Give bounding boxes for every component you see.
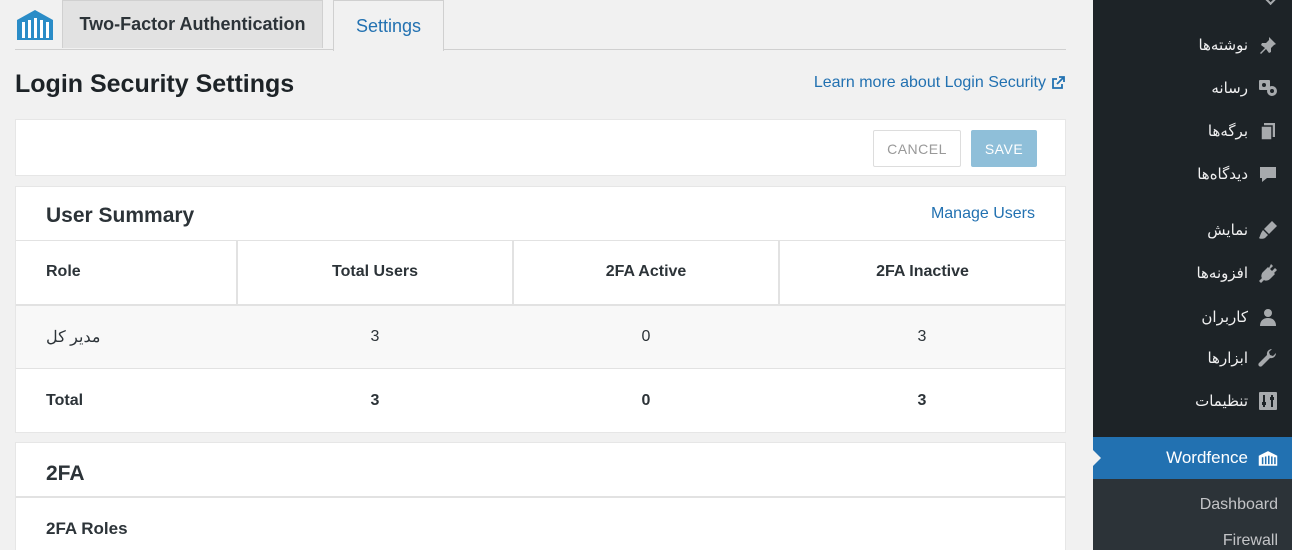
sidebar-item-appearance[interactable]: نمایش <box>1093 210 1292 250</box>
cell-2fa-inactive: 3 <box>779 304 1065 369</box>
wordfence-logo-icon <box>17 10 53 40</box>
sidebar-item-label: دیدگاه‌ها <box>1197 165 1248 183</box>
settings-icon <box>1258 391 1278 411</box>
external-link-icon <box>1052 76 1065 89</box>
sidebar-item-label: نمایش <box>1207 221 1248 239</box>
tab-two-factor-authentication[interactable]: Two-Factor Authentication <box>62 0 323 48</box>
tab-bar: Two-Factor Authentication Settings <box>15 0 1066 51</box>
plugins-icon <box>1258 263 1278 283</box>
tools-icon <box>1258 348 1278 368</box>
save-button[interactable]: SAVE <box>971 130 1037 167</box>
divider <box>16 496 1065 498</box>
column-header-2fa-active: 2FA Active <box>512 240 779 306</box>
sidebar-item-label: کاربران <box>1201 308 1248 326</box>
main-content: Two-Factor Authentication Settings Login… <box>0 0 1093 550</box>
chevron-icon <box>1264 0 1280 6</box>
pin-icon <box>1258 35 1278 55</box>
media-icon <box>1258 78 1278 98</box>
column-header-2fa-inactive: 2FA Inactive <box>778 240 1065 306</box>
user-summary-table: Role Total Users 2FA Active 2FA Inactive… <box>16 240 1065 433</box>
sidebar-item-label: رسانه <box>1211 79 1248 97</box>
sidebar-item-label: افزونه‌ها <box>1196 264 1248 282</box>
tab-settings[interactable]: Settings <box>333 0 444 51</box>
cell-role: مدیر کل <box>16 304 237 369</box>
sidebar-item-posts[interactable]: نوشته‌ها <box>1093 25 1292 65</box>
comments-icon <box>1258 164 1278 184</box>
page-title: Login Security Settings <box>15 70 295 98</box>
submenu-item-firewall[interactable]: Firewall <box>1223 532 1278 550</box>
sidebar-item-label: Wordfence <box>1166 448 1248 467</box>
cancel-button[interactable]: CANCEL <box>873 130 961 167</box>
table-row: مدیر کل 3 0 3 <box>16 304 1065 369</box>
users-icon <box>1258 307 1278 327</box>
manage-users-link[interactable]: Manage Users <box>931 205 1035 223</box>
table-header-row: Role Total Users 2FA Active 2FA Inactive <box>16 240 1065 306</box>
active-indicator <box>1093 450 1101 466</box>
twofa-card: 2FA 2FA Roles <box>15 442 1066 550</box>
sidebar-item-users[interactable]: کاربران <box>1093 297 1292 337</box>
cell-2fa-active: 0 <box>513 304 779 369</box>
twofa-roles-label: 2FA Roles <box>46 519 128 538</box>
user-summary-title: User Summary <box>46 204 195 227</box>
sidebar-item-settings[interactable]: تنظیمات <box>1093 381 1292 421</box>
pages-icon <box>1258 121 1278 141</box>
sidebar-item-pages[interactable]: برگه‌ها <box>1093 111 1292 151</box>
cell-total-users: 3 <box>237 304 513 369</box>
sidebar-item-wordfence[interactable]: Wordfence <box>1093 437 1292 479</box>
wordfence-icon <box>1258 448 1278 468</box>
sidebar-item-label: برگه‌ها <box>1207 122 1248 140</box>
column-header-role: Role <box>16 240 237 306</box>
cell-total-label: Total <box>46 391 84 409</box>
wordfence-submenu: Dashboard Firewall <box>1093 479 1292 550</box>
submenu-item-dashboard[interactable]: Dashboard <box>1200 496 1278 514</box>
table-total-row: Total 3 0 3 <box>16 369 1065 433</box>
actions-card: CANCEL SAVE <box>15 119 1066 176</box>
sidebar-item-tools[interactable]: ابزارها <box>1093 338 1292 378</box>
cell-2fa-active-sum: 0 <box>641 391 651 409</box>
cell-total-users-sum: 3 <box>370 391 380 409</box>
admin-sidebar: نوشته‌ها رسانه برگه‌ها دیدگاه‌ها نمایش ا… <box>1093 0 1292 550</box>
column-header-total-users: Total Users <box>236 240 513 306</box>
sidebar-item-media[interactable]: رسانه <box>1093 68 1292 108</box>
sidebar-item-label: تنظیمات <box>1195 392 1248 410</box>
twofa-section-title: 2FA <box>46 462 85 485</box>
user-summary-card: User Summary Manage Users Role Total Use… <box>15 186 1066 433</box>
sidebar-item-label: ابزارها <box>1207 349 1248 367</box>
cell-2fa-inactive-sum: 3 <box>917 391 927 409</box>
appearance-icon <box>1258 220 1278 240</box>
sidebar-item-comments[interactable]: دیدگاه‌ها <box>1093 154 1292 194</box>
sidebar-item-plugins[interactable]: افزونه‌ها <box>1093 253 1292 293</box>
sidebar-item-label: نوشته‌ها <box>1198 36 1248 54</box>
learn-more-label: Learn more about Login Security <box>813 74 1046 91</box>
learn-more-link[interactable]: Learn more about Login Security <box>814 74 1066 92</box>
